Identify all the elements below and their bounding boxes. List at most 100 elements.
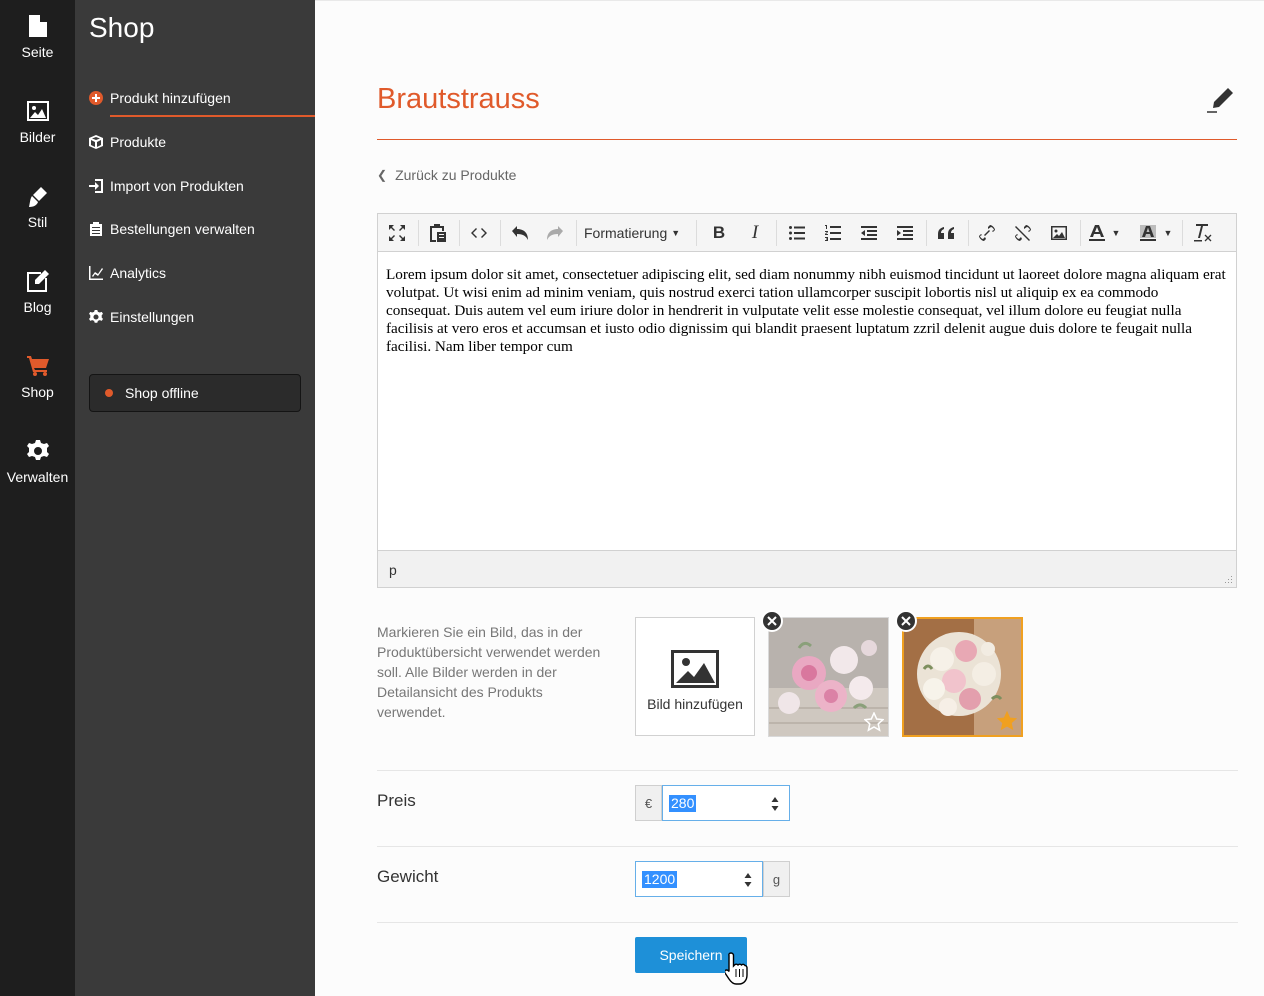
rail-item-stil[interactable]: Stil xyxy=(0,170,75,255)
shop-status-toggle[interactable]: Shop offline xyxy=(89,374,301,412)
sidebar-item-produkt-hinzufuegen[interactable]: Produkt hinzufügen xyxy=(89,85,315,117)
sidebar-item-einstellungen[interactable]: Einstellungen xyxy=(89,304,315,330)
rail-item-verwalten[interactable]: Verwalten xyxy=(0,425,75,510)
sidebar-item-label: Analytics xyxy=(110,265,167,281)
indent-icon[interactable] xyxy=(890,218,920,248)
toolbar-separator xyxy=(926,220,927,246)
insert-image-icon[interactable] xyxy=(1044,218,1074,248)
chart-line-icon xyxy=(89,266,103,280)
spinner-arrows-icon[interactable] xyxy=(744,871,752,889)
paste-icon[interactable] xyxy=(423,218,453,248)
toolbar-separator xyxy=(696,220,697,246)
format-dropdown[interactable]: Formatierung ▼ xyxy=(584,218,680,248)
resize-handle-icon[interactable] xyxy=(1224,575,1233,584)
editor-content[interactable]: Lorem ipsum dolor sit amet, consectetuer… xyxy=(386,266,1226,356)
main-content: Brautstrauss ❮ Zurück zu Produkte Format… xyxy=(315,0,1264,996)
pencil-icon[interactable] xyxy=(1206,87,1236,113)
remove-image-button[interactable] xyxy=(761,610,783,632)
add-image-button[interactable]: Bild hinzufügen xyxy=(635,617,755,736)
rail-item-label: Verwalten xyxy=(6,469,69,485)
element-path[interactable]: p xyxy=(389,562,397,578)
row-divider xyxy=(377,770,1238,771)
sidebar-item-label: Einstellungen xyxy=(110,309,195,325)
page-title: Brautstrauss xyxy=(377,83,540,115)
sidebar-item-produkte[interactable]: Produkte xyxy=(89,129,315,155)
undo-icon[interactable] xyxy=(505,218,535,248)
rail-item-shop[interactable]: Shop xyxy=(0,340,75,425)
unlink-icon[interactable] xyxy=(1008,218,1038,248)
sidebar-item-label: Produkte xyxy=(110,134,167,150)
weight-input[interactable]: 1200 xyxy=(635,861,763,897)
redo-icon[interactable] xyxy=(540,218,570,248)
remove-image-button[interactable] xyxy=(895,610,917,632)
clear-format-icon[interactable] xyxy=(1188,218,1218,248)
rail-item-label: Shop xyxy=(21,384,54,400)
chevron-left-icon: ❮ xyxy=(377,168,388,182)
sidebar-item-label: Produkt hinzufügen xyxy=(110,90,231,106)
toolbar-separator xyxy=(418,220,419,246)
bold-icon[interactable]: B xyxy=(704,218,734,248)
product-image-thumbnail[interactable] xyxy=(768,617,889,737)
app-rail: Seite Bilder Stil Blog Shop Verwalten xyxy=(0,0,75,996)
product-image-thumbnail-featured[interactable] xyxy=(902,617,1023,737)
hand-cursor-icon xyxy=(725,952,748,985)
price-input[interactable]: 280 xyxy=(662,785,790,821)
link-icon[interactable] xyxy=(972,218,1002,248)
plus-circle-icon xyxy=(89,91,103,105)
rail-item-blog[interactable]: Blog xyxy=(0,255,75,340)
italic-icon[interactable]: I xyxy=(740,218,770,248)
toolbar-separator xyxy=(1080,220,1081,246)
edit-square-icon xyxy=(26,269,50,293)
rich-text-editor[interactable]: Formatierung ▼ B I ▼ ▼ Lorem ipsum dolor… xyxy=(377,213,1237,588)
back-link[interactable]: ❮ Zurück zu Produkte xyxy=(377,167,516,183)
toolbar-separator xyxy=(500,220,501,246)
sidebar-item-label: Import von Produkten xyxy=(110,178,244,194)
unit-addon: g xyxy=(763,861,790,897)
weight-label: Gewicht xyxy=(377,867,439,886)
bullet-list-icon[interactable] xyxy=(782,218,812,248)
sidebar-title: Shop xyxy=(89,12,155,43)
toolbar-separator xyxy=(459,220,460,246)
caret-down-icon: ▼ xyxy=(671,228,681,238)
box-icon xyxy=(89,135,103,149)
numbered-list-icon[interactable] xyxy=(818,218,848,248)
image-icon xyxy=(26,99,50,123)
currency-addon: € xyxy=(635,785,662,821)
row-divider xyxy=(377,846,1238,847)
shop-status-label: Shop offline xyxy=(125,385,199,401)
title-divider xyxy=(377,139,1237,140)
rail-item-label: Stil xyxy=(27,214,48,230)
close-icon xyxy=(767,616,777,626)
text-color-caret-icon[interactable]: ▼ xyxy=(1108,218,1124,248)
close-icon xyxy=(901,616,911,626)
sidebar-item-import[interactable]: Import von Produkten xyxy=(89,173,315,199)
toolbar-separator xyxy=(776,220,777,246)
toolbar-separator xyxy=(576,220,577,246)
clipboard-icon xyxy=(89,222,103,236)
spinner-arrows-icon[interactable] xyxy=(771,795,779,813)
page-icon xyxy=(26,14,50,38)
outdent-icon[interactable] xyxy=(854,218,884,248)
rail-item-bilder[interactable]: Bilder xyxy=(0,85,75,170)
fullscreen-icon[interactable] xyxy=(382,218,412,248)
rail-item-label: Seite xyxy=(21,44,54,60)
sidebar-item-bestellungen[interactable]: Bestellungen verwalten xyxy=(89,216,315,242)
rail-item-label: Blog xyxy=(23,299,52,315)
row-divider xyxy=(377,922,1238,923)
sidebar-item-label: Bestellungen verwalten xyxy=(110,221,255,237)
format-dropdown-label: Formatierung xyxy=(584,225,668,241)
background-color-caret-icon[interactable]: ▼ xyxy=(1160,218,1176,248)
rail-item-seite[interactable]: Seite xyxy=(0,0,75,85)
star-outline-icon[interactable] xyxy=(864,712,884,732)
sidebar-item-analytics[interactable]: Analytics xyxy=(89,260,315,286)
price-label: Preis xyxy=(377,791,416,810)
shop-sidebar: Shop Produkt hinzufügen Produkte Import … xyxy=(75,0,315,996)
background-color-icon[interactable] xyxy=(1133,218,1163,248)
weight-input-value: 1200 xyxy=(642,870,678,888)
blockquote-icon[interactable] xyxy=(932,218,962,248)
gear-icon xyxy=(26,439,50,463)
star-filled-icon[interactable] xyxy=(997,711,1017,731)
toolbar-separator xyxy=(1182,220,1183,246)
editor-toolbar: Formatierung ▼ B I ▼ ▼ xyxy=(378,214,1236,252)
code-icon[interactable] xyxy=(464,218,494,248)
